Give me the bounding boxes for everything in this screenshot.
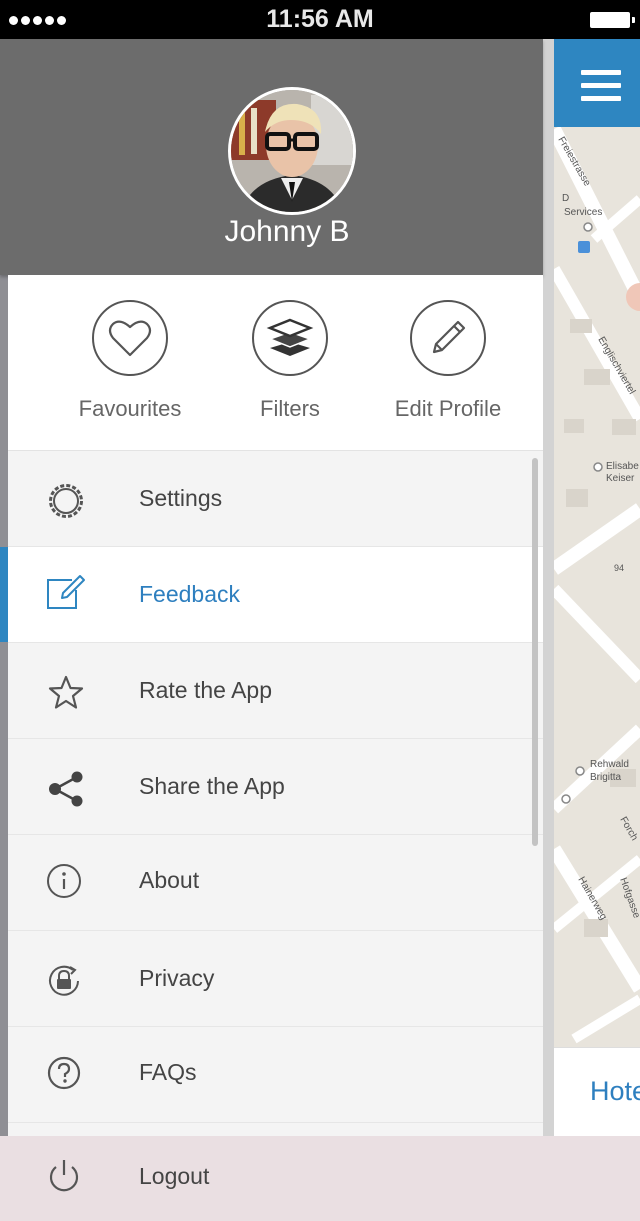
pencil-icon — [432, 320, 466, 354]
logout-icon-wrap — [46, 1157, 82, 1202]
profile-header: Johnny B — [0, 39, 543, 275]
menu-item-label: Rate the App — [139, 677, 272, 703]
lock-icon — [49, 965, 79, 996]
menu-list: Settings Feedback Rate the App Share the… — [8, 451, 543, 1123]
hotel-tab-label: Hote — [590, 1076, 640, 1106]
filters-circle — [252, 300, 328, 376]
heart-icon — [108, 320, 152, 357]
favourites-label: Favourites — [78, 396, 182, 421]
question-icon — [47, 1056, 81, 1090]
menu-item-faqs[interactable]: FAQs — [8, 1027, 543, 1123]
edit-profile-label: Edit Profile — [394, 396, 502, 421]
drawer-edge — [543, 39, 554, 1139]
settings-icon-wrap — [46, 481, 86, 521]
rate-icon-wrap — [46, 673, 86, 713]
menu-item-share[interactable]: Share the App — [8, 739, 543, 835]
quick-actions: Favourites Filters Edit Profile — [8, 275, 543, 451]
share-icon-wrap — [46, 769, 86, 809]
edit-note-icon — [47, 575, 85, 609]
avatar[interactable] — [228, 87, 356, 215]
avatar-image — [231, 90, 353, 212]
profile-name: Johnny B — [224, 215, 350, 248]
hamburger-menu-button[interactable] — [554, 39, 640, 127]
about-icon-wrap — [46, 863, 86, 903]
favourites-circle — [92, 300, 168, 376]
menu-item-rate[interactable]: Rate the App — [8, 643, 543, 739]
map-label: Elisabe — [606, 461, 639, 472]
info-icon — [47, 864, 81, 898]
map-label: Rehwald — [590, 759, 629, 770]
logout-label: Logout — [139, 1163, 210, 1189]
menu-item-label: About — [139, 867, 200, 893]
map-label: Brigitta — [590, 772, 622, 783]
favourites-button[interactable]: Favourites — [50, 300, 210, 422]
battery-icon — [590, 12, 635, 28]
filters-label: Filters — [260, 396, 320, 421]
power-icon — [49, 1160, 79, 1192]
menu-item-label: Privacy — [139, 965, 215, 991]
edit-profile-circle — [410, 300, 486, 376]
menu-item-label: Share the App — [139, 773, 285, 799]
menu-item-label: Settings — [139, 485, 223, 511]
status-bar: 11:56 AM — [0, 0, 640, 39]
map-label: 94 — [614, 563, 624, 573]
menu-item-about[interactable]: About — [8, 835, 543, 931]
menu-item-privacy[interactable]: Privacy — [8, 931, 543, 1027]
map-label: Keiser — [606, 473, 635, 484]
logout-button[interactable]: Logout — [0, 1136, 640, 1221]
feedback-icon-wrap — [46, 571, 86, 611]
menu-item-label: Feedback — [139, 581, 241, 607]
menu-item-settings[interactable]: Settings — [8, 451, 543, 547]
star-icon — [48, 675, 84, 709]
status-time: 11:56 AM — [266, 5, 374, 33]
active-indicator — [0, 547, 8, 642]
hamburger-icon-bar — [581, 83, 621, 88]
menu-scrollbar[interactable] — [532, 458, 538, 846]
share-icon — [49, 771, 83, 807]
map-label: D — [562, 193, 569, 204]
menu-item-feedback[interactable]: Feedback — [8, 547, 543, 643]
menu-item-label: FAQs — [139, 1059, 197, 1085]
filters-button[interactable]: Filters — [210, 300, 370, 422]
layers-icon — [266, 318, 314, 356]
hamburger-icon — [581, 70, 621, 75]
edit-profile-button[interactable]: Edit Profile — [368, 300, 528, 422]
hotel-tab[interactable]: Hote — [554, 1047, 640, 1138]
gear-icon — [49, 484, 83, 518]
privacy-icon-wrap — [46, 961, 86, 1001]
faqs-icon-wrap — [46, 1055, 86, 1095]
hamburger-icon-bar — [581, 96, 621, 101]
